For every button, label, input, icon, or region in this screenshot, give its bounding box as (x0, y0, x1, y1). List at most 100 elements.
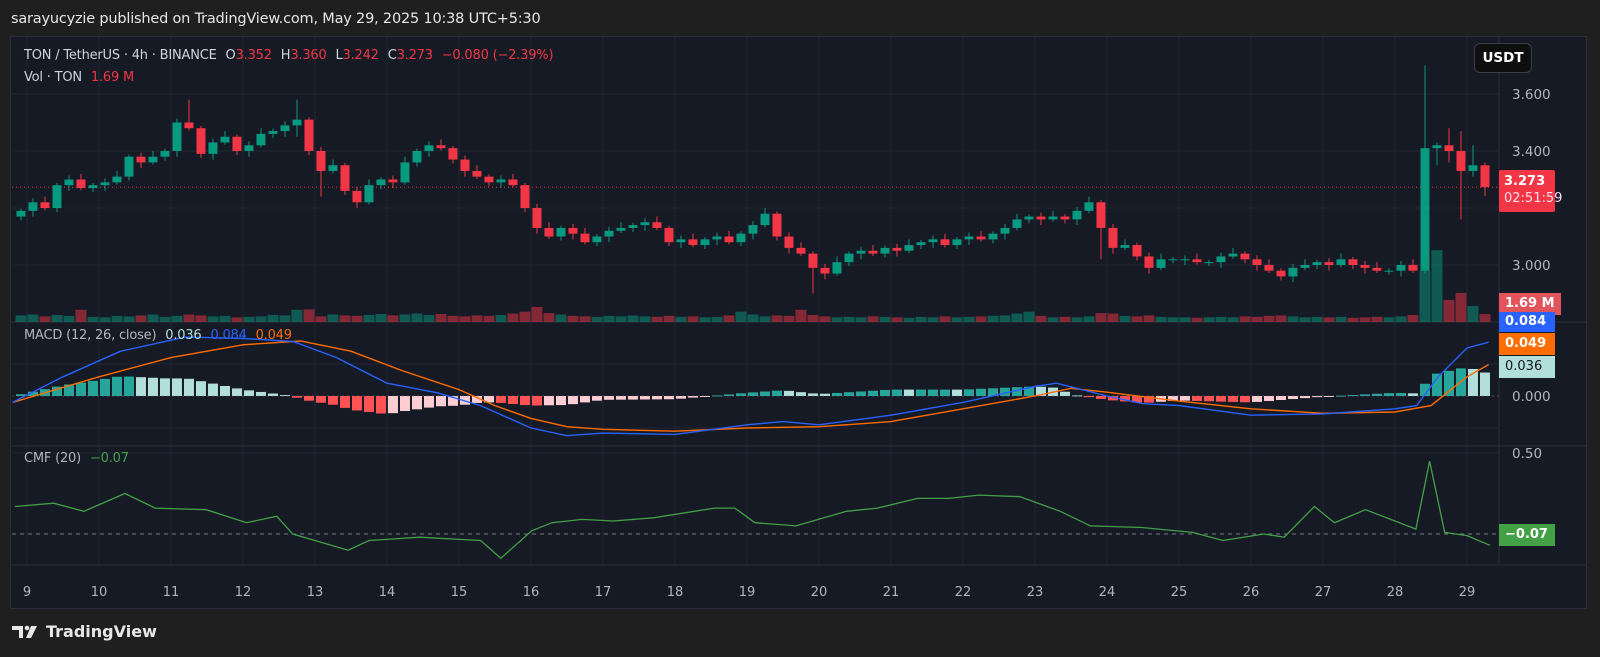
macd-histogram-bar (351, 396, 362, 411)
candle (136, 152, 146, 169)
macd-histogram-bar (867, 390, 878, 396)
candle-body (808, 253, 818, 268)
volume-bar (675, 316, 687, 322)
candle-body (484, 176, 494, 183)
candle-body (460, 159, 470, 171)
volume-bar (879, 316, 891, 322)
macd-histogram-bar (651, 396, 662, 400)
candle (64, 175, 74, 191)
macd-histogram-bar (747, 392, 758, 396)
macd-histogram-bar (975, 388, 986, 396)
macd-histogram-bar (567, 396, 578, 405)
candle (1408, 259, 1418, 273)
candle (400, 156, 410, 185)
volume-bar (507, 313, 519, 322)
candle (688, 233, 698, 248)
candle (952, 237, 962, 250)
candle (1240, 251, 1250, 264)
macd-histogram-bar (951, 389, 962, 396)
volume-bar (951, 317, 963, 322)
candle-body (124, 156, 134, 177)
candle-body (1480, 165, 1490, 188)
candle (760, 208, 770, 228)
candle (616, 222, 626, 234)
volume-bar (183, 314, 195, 322)
macd-histogram-bar (375, 396, 386, 414)
volume-bar (771, 315, 783, 322)
volume-bar (735, 311, 747, 322)
volume-bar (795, 309, 807, 322)
volume-bar (375, 314, 387, 322)
candle (292, 99, 302, 137)
volume-bar (1395, 316, 1407, 322)
macd-signal-value: 0.049 (255, 328, 292, 343)
candle-body (988, 233, 998, 240)
candle (1252, 255, 1262, 271)
volume-bar (387, 315, 399, 322)
volume-bar (783, 315, 795, 322)
volume-bar (1467, 306, 1479, 322)
candle-body (1468, 165, 1478, 171)
macd-histogram-bar (123, 376, 134, 396)
macd-histogram-bar (219, 385, 230, 396)
candle-body (1432, 145, 1442, 149)
candle-body (916, 242, 926, 246)
candle (1396, 261, 1406, 277)
candle (1468, 145, 1478, 177)
volume-bar (411, 313, 423, 322)
macd-histogram-bar (315, 396, 326, 403)
candle (1012, 213, 1022, 231)
candle-body (724, 236, 734, 243)
macd-title[interactable]: MACD (12, 26, close) (24, 328, 157, 343)
volume-title[interactable]: Vol · TON (24, 70, 82, 85)
macd-histogram-bar (1251, 396, 1262, 402)
macd-signal-line (12, 340, 1489, 432)
candle (220, 131, 230, 145)
volume-bar (987, 315, 999, 322)
volume-bar (831, 317, 843, 322)
signal-value-label: 0.049 (1499, 333, 1555, 355)
currency-button[interactable]: USDT (1474, 43, 1532, 73)
candle (1264, 259, 1274, 273)
time-axis-tick: 25 (1171, 585, 1188, 600)
symbol-title[interactable]: TON / TetherUS · 4h · BINANCE (24, 48, 217, 63)
time-axis-tick: 23 (1027, 585, 1044, 600)
candle-body (712, 236, 722, 240)
macd-histogram-bar (147, 377, 158, 396)
volume-bar (435, 314, 447, 322)
candle (1120, 239, 1130, 251)
volume-bar (663, 315, 675, 322)
candle (76, 173, 86, 191)
candle-body (448, 148, 458, 160)
volume-bar (255, 316, 267, 322)
candle (1144, 252, 1154, 274)
candle-body (256, 133, 266, 146)
macd-legend: MACD (12, 26, close) 0.036 0.084 0.049 (24, 328, 297, 343)
macd-histogram-bar (1263, 396, 1274, 401)
candle-body (1456, 151, 1466, 171)
tradingview-logo[interactable]: TradingView (12, 622, 157, 641)
candle (640, 218, 650, 231)
candle-body (316, 151, 326, 171)
candle-body (976, 236, 986, 240)
candle-body (1012, 219, 1022, 228)
candle-body (676, 239, 686, 243)
macd-histogram-bar (627, 396, 638, 400)
candle-body (700, 239, 710, 246)
candle-body (760, 213, 770, 226)
macd-histogram-bar (603, 396, 614, 400)
candle-body (1312, 262, 1322, 265)
candle-body (532, 208, 542, 228)
tradingview-brand: TradingView (46, 622, 157, 641)
macd-histogram-bar (399, 396, 410, 412)
volume-bar (1095, 313, 1107, 322)
cmf-title[interactable]: CMF (20) (24, 451, 81, 466)
volume-bar (1407, 314, 1419, 322)
candle (748, 221, 758, 240)
volume-value: 1.69 M (90, 70, 134, 85)
macd-histogram-bar (1227, 396, 1238, 402)
macd-hist-value: 0.036 (165, 328, 202, 343)
candle (268, 128, 278, 138)
volume-bar (1143, 315, 1155, 322)
volume-bar (495, 314, 507, 322)
